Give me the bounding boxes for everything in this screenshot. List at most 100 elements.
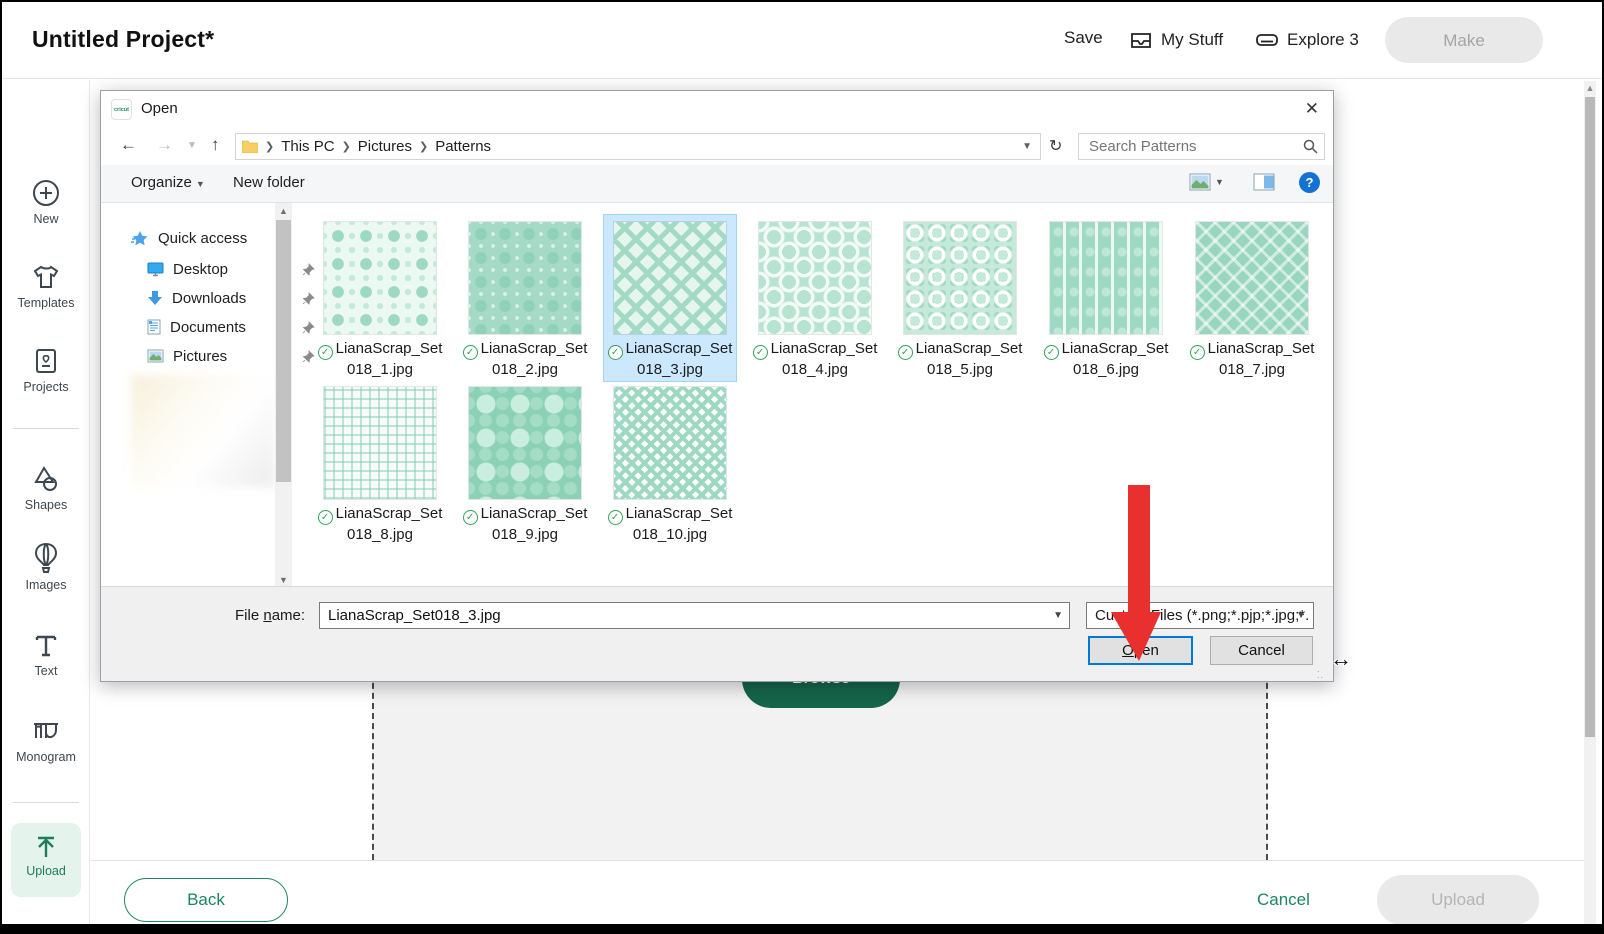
sidebar-item-text[interactable]: Text	[2, 632, 90, 678]
sidebar-item-new[interactable]: New	[2, 178, 90, 226]
sidebar-item-images[interactable]: Images	[2, 542, 90, 592]
file-item-5[interactable]: ✓LianaScrap_Set018_5.jpg	[894, 215, 1026, 381]
upload-arrow-icon	[33, 835, 59, 859]
file-thumbnail	[469, 222, 581, 334]
downloads-icon	[147, 290, 163, 306]
quick-access-star-icon	[131, 230, 149, 247]
dialog-title-bar[interactable]: cricut Open ✕	[101, 91, 1333, 129]
text-icon	[32, 632, 60, 660]
synced-check-icon: ✓	[1190, 345, 1205, 360]
thumbnail-view-icon[interactable]	[1189, 173, 1211, 191]
new-folder-button[interactable]: New folder	[233, 174, 305, 191]
nav-item-desktop[interactable]: Desktop	[147, 256, 323, 282]
file-thumbnail	[614, 222, 726, 334]
dialog-cancel-button[interactable]: Cancel	[1210, 636, 1313, 665]
back-arrow-icon[interactable]: ←	[120, 135, 137, 155]
breadcrumb[interactable]: ❯ This PC ❯ Pictures ❯ Patterns ▼	[235, 133, 1041, 160]
page-scrollbar[interactable]: ▲	[1584, 81, 1596, 924]
close-icon[interactable]: ✕	[1305, 99, 1319, 119]
sidebar-item-projects[interactable]: Projects	[2, 346, 90, 394]
dialog-footer: File name: ▼ Custom Files (*.png;*.pjp;*…	[101, 586, 1333, 681]
file-thumbnail	[1050, 222, 1162, 334]
history-chevron-icon[interactable]: ▼	[187, 140, 197, 151]
desktop-icon	[147, 262, 164, 277]
synced-check-icon: ✓	[898, 345, 913, 360]
nav-scrollbar[interactable]: ▲ ▼	[275, 203, 292, 588]
scrollbar-thumb[interactable]	[1585, 97, 1595, 737]
breadcrumb-separator: ❯	[265, 140, 274, 153]
sidebar-item-upload[interactable]: Upload	[11, 823, 81, 897]
sidebar-item-shapes[interactable]: Shapes	[2, 464, 90, 512]
file-item-6[interactable]: ✓LianaScrap_Set018_6.jpg	[1040, 215, 1172, 381]
synced-check-icon: ✓	[753, 345, 768, 360]
dialog-toolbar: Organize▼ New folder ▼ ?	[101, 165, 1333, 203]
folder-nav-pane: Quick access Desktop Downloads Documents	[101, 203, 277, 588]
help-icon[interactable]: ?	[1299, 172, 1320, 193]
scrollbar-thumb[interactable]	[276, 220, 291, 482]
monogram-icon	[30, 716, 62, 746]
file-item-7[interactable]: ✓LianaScrap_Set018_7.jpg	[1186, 215, 1318, 381]
up-arrow-icon[interactable]: ↑	[211, 135, 220, 155]
file-item-8[interactable]: ✓LianaScrap_Set018_8.jpg	[314, 380, 446, 546]
preview-pane-icon[interactable]	[1253, 173, 1275, 191]
synced-check-icon: ✓	[463, 510, 478, 525]
open-file-dialog: cricut Open ✕ ← → ▼ ↑ ❯ This PC ❯ Pictur…	[100, 90, 1334, 682]
refresh-icon[interactable]: ↻	[1049, 136, 1062, 156]
app-window: Untitled Project* Save My Stuff Explore …	[0, 0, 1604, 934]
sidebar-item-monogram[interactable]: Monogram	[2, 716, 90, 764]
cricut-machine-icon	[1255, 28, 1279, 52]
file-name-label: File name:	[235, 607, 305, 624]
synced-check-icon: ✓	[463, 345, 478, 360]
synced-check-icon: ✓	[608, 345, 623, 360]
blurred-folder-preview	[131, 375, 275, 487]
bottom-action-bar: Back Cancel Upload	[91, 860, 1596, 929]
cancel-link[interactable]: Cancel	[1257, 890, 1310, 910]
machine-selector-button[interactable]: Explore 3	[1255, 28, 1359, 52]
chevron-down-icon: ▼	[1296, 603, 1306, 628]
shapes-icon	[31, 464, 61, 494]
upload-button[interactable]: Upload	[1377, 875, 1539, 925]
chevron-down-icon[interactable]: ▼	[1053, 610, 1063, 621]
nav-item-pictures[interactable]: Pictures	[147, 343, 323, 369]
nav-item-documents[interactable]: Documents	[147, 314, 323, 340]
scroll-up-arrow[interactable]: ▲	[1584, 81, 1596, 95]
file-thumbnail	[1196, 222, 1308, 334]
file-item-1[interactable]: ✓LianaScrap_Set018_1.jpg	[314, 215, 446, 381]
search-input[interactable]	[1087, 135, 1297, 158]
nav-item-downloads[interactable]: Downloads	[147, 285, 323, 311]
file-item-3-selected[interactable]: ✓LianaScrap_Set018_3.jpg	[604, 215, 736, 381]
file-name-input[interactable]	[326, 604, 1036, 627]
sidebar-item-templates[interactable]: Templates	[2, 262, 90, 310]
forward-arrow-icon[interactable]: →	[156, 135, 173, 155]
resize-grip[interactable]: ...	[1317, 666, 1329, 678]
view-dropdown-icon[interactable]: ▼	[1215, 177, 1224, 187]
file-name-combo: ▼	[319, 602, 1070, 629]
synced-check-icon: ✓	[1044, 345, 1059, 360]
dialog-title: Open	[141, 100, 178, 117]
scroll-up-arrow[interactable]: ▲	[275, 203, 292, 219]
file-thumbnail	[759, 222, 871, 334]
file-item-9[interactable]: ✓LianaScrap_Set018_9.jpg	[459, 380, 591, 546]
file-item-2[interactable]: ✓LianaScrap_Set018_2.jpg	[459, 215, 591, 381]
breadcrumb-separator: ❯	[342, 140, 351, 153]
breadcrumb-this-pc[interactable]: This PC	[281, 138, 334, 155]
file-item-10[interactable]: ✓LianaScrap_Set018_10.jpg	[604, 380, 736, 546]
file-thumbnail	[614, 387, 726, 499]
file-type-dropdown[interactable]: Custom Files (*.png;*.pjp;*.jpg;*. ▼	[1086, 602, 1314, 629]
synced-check-icon: ✓	[318, 510, 333, 525]
breadcrumb-pictures[interactable]: Pictures	[358, 138, 412, 155]
file-thumbnail	[324, 387, 436, 499]
make-button[interactable]: Make	[1385, 17, 1543, 63]
breadcrumb-patterns[interactable]: Patterns	[435, 138, 491, 155]
window-frame-edge	[2, 924, 1602, 932]
folder-icon	[242, 140, 258, 153]
file-item-4[interactable]: ✓LianaScrap_Set018_4.jpg	[749, 215, 881, 381]
open-button[interactable]: Open	[1088, 636, 1193, 665]
organize-menu[interactable]: Organize▼	[131, 174, 205, 191]
save-button[interactable]: Save	[1064, 28, 1103, 48]
address-dropdown-icon[interactable]: ▼	[1022, 141, 1032, 152]
address-bar: ← → ▼ ↑ ❯ This PC ❯ Pictures ❯ Patterns …	[101, 129, 1333, 165]
breadcrumb-separator: ❯	[419, 140, 428, 153]
back-button[interactable]: Back	[124, 878, 288, 922]
my-stuff-button[interactable]: My Stuff	[1129, 28, 1223, 52]
